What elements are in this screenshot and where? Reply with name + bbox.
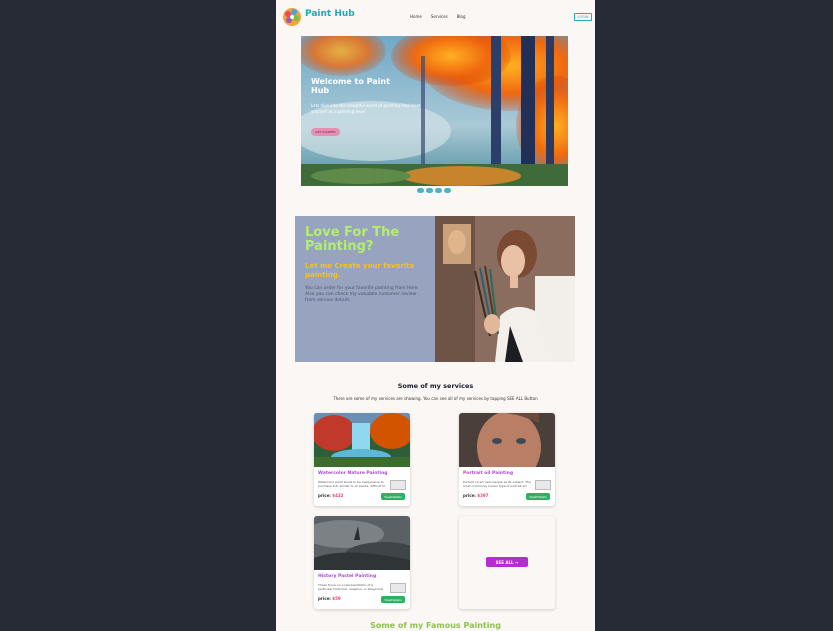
stormy-sea-painting-image — [314, 516, 410, 570]
nav-link-services[interactable]: Services — [431, 14, 448, 19]
see-all-card: SEE ALL → — [459, 516, 555, 609]
slider-indicators — [417, 188, 451, 193]
thumbnail-image — [390, 583, 406, 593]
service-card[interactable]: History Pastel Painting These focus on a… — [314, 516, 410, 609]
card-description: These focus on a representation of a par… — [318, 583, 384, 591]
view-details-button[interactable]: ViewDetails — [381, 596, 405, 603]
card-price: price: $59 — [318, 596, 341, 601]
services-title: Some of my services — [397, 382, 474, 390]
thumbnail-image — [535, 480, 551, 490]
slider-dot[interactable] — [426, 188, 433, 193]
slider-dot[interactable] — [444, 188, 451, 193]
slider-dot[interactable] — [435, 188, 442, 193]
nav-menu: Home Services Blog — [410, 14, 466, 19]
love-text: You can order for your favorite painting… — [305, 286, 418, 303]
card-price: price: $432 — [318, 493, 344, 498]
love-subtitle: Let me Create your favorite painting. — [305, 262, 415, 279]
love-painting-section: Love For The Painting? Let me Create you… — [295, 216, 575, 362]
card-title: Watercolor Nature Painting — [318, 471, 388, 476]
see-all-button[interactable]: SEE ALL → — [486, 557, 528, 567]
card-description: Portrait oil art uses people as its subj… — [463, 480, 531, 488]
waterfall-painting-image — [314, 413, 410, 467]
login-button[interactable]: LOGIN — [574, 13, 592, 21]
thumbnail-image — [390, 480, 406, 490]
slider-dot[interactable] — [417, 188, 424, 193]
navbar: Paint Hub Home Services Blog LOGIN — [276, 0, 595, 34]
view-details-button[interactable]: ViewDetails — [381, 493, 405, 500]
service-card[interactable]: Watercolor Nature Painting Watercolor pa… — [314, 413, 410, 506]
paint-palette-logo-icon[interactable] — [282, 7, 302, 27]
card-title: History Pastel Painting — [318, 574, 377, 579]
page: Paint Hub Home Services Blog LOGIN Welco… — [276, 0, 595, 631]
card-title: Portrait oil Painting — [463, 471, 514, 476]
nav-link-home[interactable]: Home — [410, 14, 422, 19]
brand-name[interactable]: Paint Hub — [305, 9, 355, 19]
nav-link-blog[interactable]: Blog — [457, 14, 466, 19]
hero-title: Welcome to Paint Hub — [311, 77, 390, 95]
view-details-button[interactable]: ViewDetails — [526, 493, 550, 500]
hero-slider: Welcome to Paint Hub Lets dive into the … — [301, 36, 568, 186]
card-price: price: $397 — [463, 493, 489, 498]
portrait-painting-image — [459, 413, 555, 467]
card-description: Watercolor paint tends to be inexpensive… — [318, 480, 386, 488]
get-started-button[interactable]: GET STARTED — [311, 128, 340, 136]
hero-subtitle: Lets dive into the beautiful world of pa… — [311, 103, 421, 114]
service-card[interactable]: Portrait oil Painting Portrait oil art u… — [459, 413, 555, 506]
love-title: Love For The Painting? — [305, 225, 400, 254]
services-description: There are some of my services are showin… — [333, 396, 538, 401]
painter-woman-photo — [435, 216, 575, 362]
famous-paintings-title: Some of my Famous Painting — [370, 621, 501, 630]
